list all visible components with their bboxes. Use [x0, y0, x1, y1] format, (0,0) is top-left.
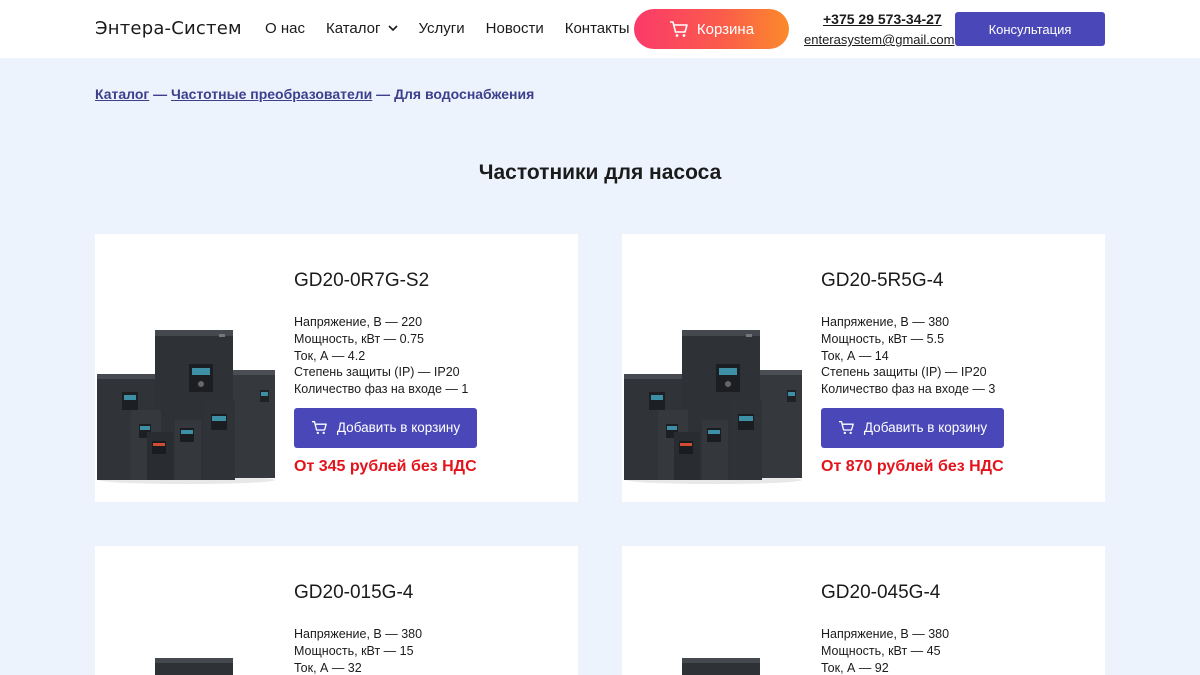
- product-card: GD20-0R7G-S2 Напряжение, В — 220 Мощност…: [95, 234, 578, 502]
- nav-item-catalog[interactable]: Каталог: [326, 20, 398, 37]
- cart-button[interactable]: Корзина: [634, 9, 789, 49]
- frequency-drive-image[interactable]: [622, 658, 803, 675]
- product-card: GD20-5R5G-4 Напряжение, В — 380 Мощность…: [622, 234, 1105, 502]
- add-to-cart-button[interactable]: Добавить в корзину: [821, 407, 1004, 448]
- nav-item-news[interactable]: Новости: [486, 20, 544, 37]
- add-to-cart-button[interactable]: Добавить в корзину: [294, 407, 477, 448]
- product-price: От 870 рублей без НДС: [821, 457, 1004, 475]
- product-price: От 345 рублей без НДС: [294, 457, 477, 475]
- spec-line: Мощность, кВт — 0.75: [294, 331, 424, 346]
- cart-icon: [838, 421, 854, 435]
- breadcrumb-frequency-converters[interactable]: Частотные преобразователи: [171, 86, 372, 102]
- add-to-cart-label: Добавить в корзину: [863, 420, 988, 436]
- product-specs: Напряжение, В — 380 Мощность, кВт — 45 Т…: [821, 626, 949, 675]
- nav-item-contacts[interactable]: Контакты: [565, 20, 630, 37]
- spec-line: Напряжение, В — 380: [821, 315, 950, 329]
- main-nav: О нас Каталог Услуги Новости Контакты: [265, 20, 630, 37]
- spec-line: Мощность, кВт — 5.5: [821, 331, 945, 346]
- cart-icon: [311, 421, 327, 435]
- spec-line: Степень защиты (IP) — IP20: [294, 365, 460, 380]
- chevron-down-icon: [387, 25, 398, 32]
- spec-line: Ток, А — 4.2: [294, 348, 366, 363]
- page-title: Частотники для насоса: [478, 161, 722, 184]
- breadcrumb-current: Для водоснабжения: [394, 86, 535, 102]
- nav-item-services[interactable]: Услуги: [419, 20, 465, 37]
- site-logo[interactable]: Энтера-Систем: [95, 18, 242, 39]
- breadcrumb-separator: —: [149, 86, 172, 102]
- product-specs: Напряжение, В — 220 Мощность, кВт — 0.75…: [294, 314, 477, 398]
- nav-item-about[interactable]: О нас: [265, 20, 305, 37]
- spec-line: Мощность, кВт — 15: [294, 643, 414, 658]
- frequency-drive-image[interactable]: [622, 324, 803, 484]
- nav-label: Новости: [485, 20, 544, 37]
- product-specs: Напряжение, В — 380 Мощность, кВт — 15 Т…: [294, 626, 422, 675]
- product-card: GD20-015G-4 Напряжение, В — 380 Мощность…: [95, 546, 578, 675]
- nav-label: О нас: [265, 20, 305, 37]
- breadcrumb-separator: —: [372, 86, 395, 102]
- spec-line: Напряжение, В — 380: [294, 627, 423, 641]
- product-title[interactable]: GD20-015G-4: [294, 582, 422, 604]
- nav-label: Контакты: [564, 20, 630, 37]
- nav-label: Услуги: [418, 20, 465, 37]
- add-to-cart-label: Добавить в корзину: [336, 420, 461, 436]
- frequency-drive-image[interactable]: [95, 658, 276, 675]
- breadcrumb: Каталог — Частотные преобразователи — Дл…: [95, 86, 534, 102]
- phone-link[interactable]: +375 29 573-34-27: [823, 11, 942, 27]
- spec-line: Мощность, кВт — 45: [821, 643, 941, 658]
- spec-line: Степень защиты (IP) — IP20: [821, 365, 987, 380]
- spec-line: Напряжение, В — 380: [821, 627, 950, 641]
- breadcrumb-catalog[interactable]: Каталог: [95, 86, 149, 102]
- product-title[interactable]: GD20-045G-4: [821, 582, 949, 604]
- product-specs: Напряжение, В — 380 Мощность, кВт — 5.5 …: [821, 314, 1004, 398]
- spec-line: Количество фаз на входе — 1: [294, 382, 469, 397]
- email-link[interactable]: enterasystem@gmail.com: [804, 32, 954, 47]
- frequency-drive-image[interactable]: [95, 324, 276, 484]
- spec-line: Ток, А — 32: [294, 660, 362, 675]
- product-title[interactable]: GD20-0R7G-S2: [294, 270, 477, 292]
- spec-line: Ток, А — 92: [821, 660, 889, 675]
- spec-line: Ток, А — 14: [821, 348, 889, 363]
- spec-line: Количество фаз на входе — 3: [821, 382, 996, 397]
- product-card: GD20-045G-4 Напряжение, В — 380 Мощность…: [622, 546, 1105, 675]
- spec-line: Напряжение, В — 220: [294, 315, 423, 329]
- cart-icon: [669, 21, 688, 37]
- consultation-button[interactable]: Консультация: [955, 12, 1105, 46]
- site-header: Энтера-Систем О нас Каталог Услуги Новос…: [0, 0, 1200, 58]
- nav-label: Каталог: [325, 20, 381, 37]
- product-title[interactable]: GD20-5R5G-4: [821, 270, 1004, 292]
- cart-label: Корзина: [696, 20, 755, 38]
